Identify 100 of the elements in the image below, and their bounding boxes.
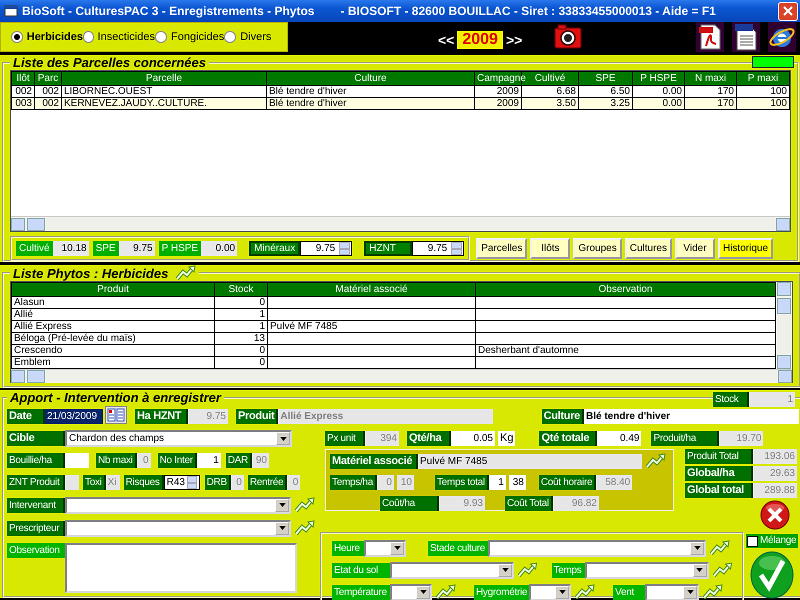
field-label: Global/ha bbox=[685, 466, 753, 481]
column-header[interactable]: Ilôt bbox=[12, 72, 34, 86]
column-header[interactable]: P maxi bbox=[736, 72, 790, 86]
field-label: Rentrée bbox=[248, 475, 288, 490]
column-header[interactable]: Observation bbox=[476, 282, 776, 296]
dropdown-field[interactable]: Chardon des champs bbox=[65, 430, 292, 447]
camera-icon[interactable] bbox=[554, 24, 582, 49]
input-field[interactable]: 1 bbox=[488, 475, 506, 490]
input-field[interactable]: 0.49 bbox=[597, 431, 642, 446]
trend-arrow-icon[interactable] bbox=[703, 584, 724, 600]
field-label: Cible bbox=[7, 431, 65, 446]
table-row[interactable]: Béloga (Pré-levée du maïs) 13 bbox=[12, 332, 776, 344]
table-row[interactable]: Alasun 0 bbox=[12, 296, 776, 308]
column-header[interactable]: Produit bbox=[12, 282, 214, 296]
dropdown-field[interactable] bbox=[364, 540, 406, 556]
table-cell: 170 bbox=[684, 98, 736, 110]
dropdown-field[interactable] bbox=[645, 584, 700, 600]
dropdown-field[interactable] bbox=[390, 562, 514, 578]
radio-button[interactable]: Herbicides bbox=[11, 31, 83, 43]
input-field[interactable]: 38 bbox=[508, 475, 526, 490]
confirm-icon[interactable] bbox=[750, 551, 794, 599]
table-cell: Alasun bbox=[12, 296, 214, 308]
column-header[interactable]: P HSPE bbox=[632, 72, 684, 86]
input-field[interactable]: 0.05 bbox=[451, 431, 495, 446]
spin-field[interactable]: 9.75 bbox=[412, 241, 464, 256]
field-label: Observation bbox=[7, 543, 65, 558]
date-field[interactable]: 21/03/2009 bbox=[45, 408, 103, 424]
dropdown-field[interactable] bbox=[65, 520, 291, 536]
browser-icon[interactable] bbox=[768, 22, 796, 52]
field-label: Produit bbox=[236, 408, 278, 424]
next-year-button[interactable]: >> bbox=[506, 32, 522, 48]
column-header[interactable]: Parcelle bbox=[62, 72, 266, 86]
horizontal-scrollbar[interactable] bbox=[11, 216, 790, 231]
text-document-icon[interactable] bbox=[732, 22, 760, 52]
column-header[interactable]: Parc bbox=[34, 72, 62, 86]
input-field[interactable]: Blé tendre d'hiver bbox=[584, 408, 799, 424]
table-cell: 2009 bbox=[474, 98, 522, 110]
column-header[interactable]: SPE bbox=[578, 72, 632, 86]
action-button[interactable]: Historique bbox=[718, 238, 774, 259]
cancel-icon[interactable] bbox=[759, 500, 791, 530]
radio-button[interactable]: Fongicides bbox=[155, 31, 224, 43]
action-button[interactable]: Cultures bbox=[624, 238, 672, 259]
status-indicator bbox=[752, 56, 794, 68]
dropdown-field[interactable] bbox=[390, 584, 432, 600]
table-row[interactable]: Allié Express 1 Pulvé MF 7485 bbox=[12, 320, 776, 332]
dropdown-field[interactable] bbox=[529, 584, 572, 600]
trend-arrow-icon[interactable] bbox=[436, 584, 456, 600]
horizontal-scrollbar[interactable] bbox=[11, 369, 792, 383]
field-label: Minéraux bbox=[249, 241, 300, 256]
field-label: Ha HZNT bbox=[135, 408, 188, 424]
input-field[interactable] bbox=[65, 453, 89, 468]
column-header[interactable]: Stock bbox=[214, 282, 268, 296]
read-only-field: Xi bbox=[106, 475, 120, 490]
read-only-field: 0 bbox=[230, 475, 244, 490]
column-header[interactable]: Culture bbox=[266, 72, 474, 86]
previous-year-button[interactable]: << bbox=[438, 32, 454, 48]
close-button[interactable] bbox=[778, 2, 798, 20]
field-label: Hygrométrie bbox=[474, 584, 530, 600]
action-button[interactable]: Vider bbox=[674, 238, 715, 259]
spin-field[interactable]: R43 bbox=[164, 475, 200, 490]
field-label: Prescripteur bbox=[7, 520, 65, 536]
text-area[interactable] bbox=[65, 543, 297, 593]
action-button[interactable]: Groupes bbox=[573, 238, 622, 259]
radio-button[interactable]: Divers bbox=[224, 31, 287, 43]
spin-field[interactable]: 9.75 bbox=[300, 241, 352, 256]
caret-icon bbox=[420, 590, 426, 594]
dropdown-field[interactable] bbox=[488, 540, 706, 556]
table-cell: Blé tendre d'hiver bbox=[266, 98, 474, 110]
column-header[interactable]: N maxi bbox=[684, 72, 736, 86]
action-button[interactable]: Parcelles bbox=[476, 238, 528, 259]
table-cell: 100 bbox=[736, 98, 790, 110]
field-label: Température bbox=[332, 584, 390, 600]
field-label: Produit/ha bbox=[651, 431, 720, 446]
radio-button[interactable]: Insecticides bbox=[83, 31, 155, 43]
read-only-field: 10.18 bbox=[52, 241, 89, 256]
table-row[interactable]: 003 002 KERNEVEZ.JAUDY..CULTURE. Blé tendre d'hiver 2009 3.50 3.25 0.00 170 100 bbox=[12, 98, 790, 110]
read-only-field: 90 bbox=[252, 453, 269, 468]
table-cell: 003 bbox=[12, 98, 34, 110]
field-label: P HSPE bbox=[158, 241, 202, 256]
field-label: Px unit bbox=[325, 431, 365, 446]
calendar-icon[interactable] bbox=[105, 406, 127, 424]
read-only-field: 29.63 bbox=[753, 466, 797, 481]
dropdown-field[interactable] bbox=[65, 496, 291, 514]
field-label: Date bbox=[7, 408, 45, 424]
field-label: Intervenant bbox=[7, 498, 65, 512]
pdf-document-icon[interactable] bbox=[696, 22, 724, 52]
dropdown-field[interactable] bbox=[584, 562, 708, 578]
table-row[interactable]: Allié 1 bbox=[12, 308, 776, 320]
column-header[interactable]: Matériel associé bbox=[268, 282, 476, 296]
action-button[interactable]: Ilôts bbox=[530, 238, 570, 259]
table-row[interactable]: Crescendo 0 Desherbant d'automne bbox=[12, 344, 776, 356]
trend-arrow-icon[interactable] bbox=[575, 584, 596, 600]
field-label: Risques bbox=[124, 475, 164, 490]
input-field[interactable]: 1 bbox=[196, 453, 221, 468]
read-only-field: Allié Express bbox=[278, 408, 494, 424]
read-only-field: 0 bbox=[287, 475, 300, 490]
table-cell: KERNEVEZ.JAUDY..CULTURE. bbox=[62, 98, 266, 110]
app-icon bbox=[4, 5, 18, 17]
field-label: Coût/ha bbox=[380, 496, 439, 511]
vertical-scrollbar[interactable] bbox=[776, 282, 792, 369]
